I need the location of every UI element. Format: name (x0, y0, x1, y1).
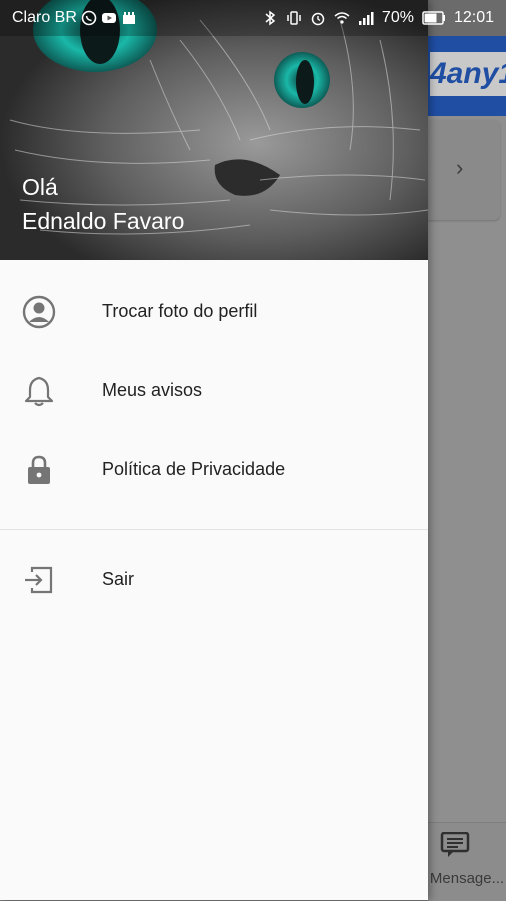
carrier-label: Claro BR (12, 9, 77, 26)
tab-mensagens[interactable]: Mensage... (428, 870, 506, 887)
menu-label-my-notices: Meus avisos (102, 380, 203, 400)
greeting: Olá (22, 174, 58, 200)
menu-item-my-notices[interactable]: Meus avisos (0, 351, 428, 430)
vibrate-icon (287, 11, 301, 25)
battery-icon (422, 11, 445, 25)
content-card[interactable] (428, 120, 500, 220)
status-bar: Claro BR 70% 12:01 (0, 0, 506, 36)
chevron-right-icon: › (456, 155, 464, 180)
clock: 12:01 (453, 9, 494, 26)
drawer-menu: Trocar foto do perfil Meus avisos Políti… (0, 260, 428, 619)
navigation-drawer: Olá Ednaldo Favaro Trocar foto do perfil (0, 0, 428, 900)
alarm-icon (311, 12, 325, 26)
menu-item-logout[interactable]: Sair (0, 540, 428, 619)
app-logo: 4any1 (430, 52, 506, 96)
profile-icon (22, 295, 56, 329)
app-notification-icon (122, 12, 135, 24)
user-name: Ednaldo Favaro (22, 208, 185, 234)
logout-icon (22, 563, 56, 597)
message-icon (440, 832, 470, 857)
menu-label-change-photo: Trocar foto do perfil (102, 301, 258, 321)
bluetooth-icon (265, 10, 276, 26)
menu-divider (0, 529, 428, 530)
bell-icon (22, 374, 56, 408)
signal-icon (358, 12, 374, 25)
lock-icon (22, 453, 56, 487)
youtube-icon (101, 13, 116, 23)
menu-label-privacy-policy: Política de Privacidade (102, 459, 286, 479)
whatsapp-icon (81, 10, 97, 26)
drawer-header: Olá Ednaldo Favaro (0, 0, 428, 260)
menu-label-logout: Sair (102, 569, 135, 589)
menu-item-privacy-policy[interactable]: Política de Privacidade (0, 430, 428, 509)
wifi-icon (334, 12, 350, 24)
menu-item-change-photo[interactable]: Trocar foto do perfil (0, 272, 428, 351)
battery-percent: 70% (381, 9, 414, 26)
